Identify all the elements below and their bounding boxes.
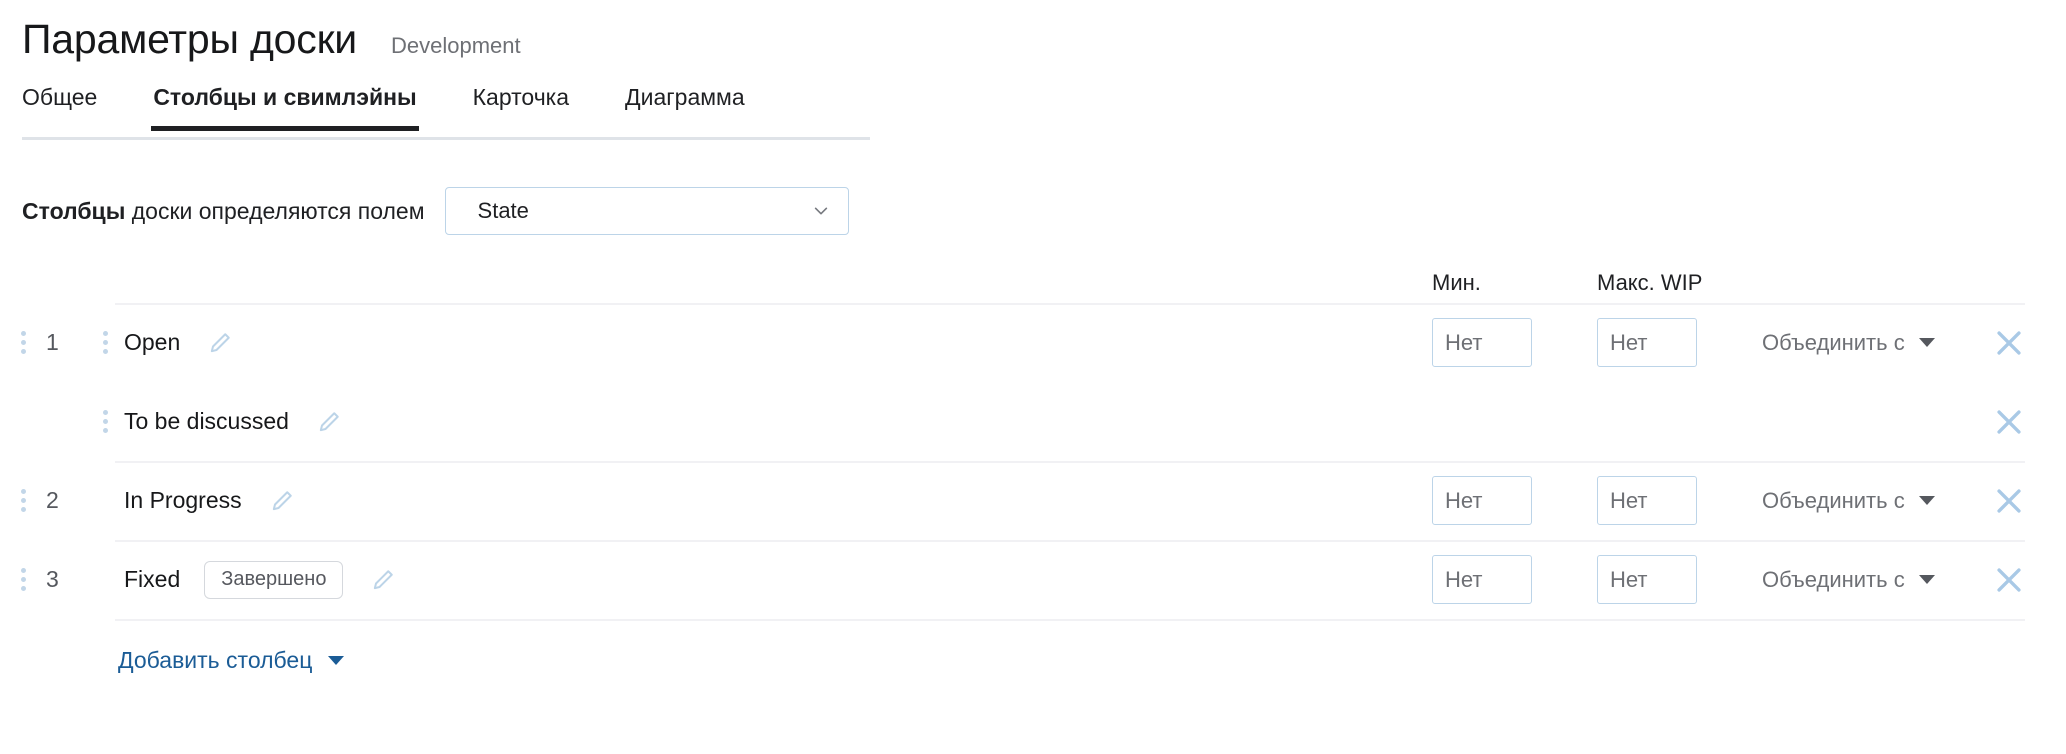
column-name: Open (124, 329, 181, 355)
merge-with-dropdown[interactable]: Объединить с (1762, 330, 1992, 356)
row-index: 1 (46, 329, 59, 355)
drag-handle-row[interactable] (0, 331, 46, 354)
merge-with-dropdown[interactable]: Объединить с (1762, 567, 1992, 593)
row-max-cell (1597, 555, 1762, 604)
column-name: To be discussed (124, 408, 289, 434)
drag-dots-icon (102, 331, 108, 354)
header-min-label: Мин. (1432, 270, 1481, 295)
columns-field-select-value: State (477, 198, 529, 223)
row-divider (115, 461, 2025, 463)
columns-field-select[interactable]: State (444, 187, 849, 235)
breadcrumb-board-name: Development (391, 33, 521, 58)
table-row: To be discussed (0, 382, 2066, 461)
drag-dots-icon (20, 489, 26, 512)
edit-pencil-icon[interactable] (268, 487, 296, 515)
close-icon[interactable] (1992, 484, 2026, 518)
columns-field-label-bold: Столбцы (22, 197, 126, 224)
tab-card[interactable]: Карточка (473, 78, 569, 131)
close-icon[interactable] (1992, 326, 2026, 360)
tab-columns-and-swimlanes[interactable]: Столбцы и свимлэйны (151, 78, 420, 131)
columns-table: Мин. Макс. WIP 1 Open Нет Нет Объединить… (0, 263, 2066, 621)
row-remove-cell (1992, 405, 2066, 439)
page-title: Параметры доски (22, 16, 358, 62)
tab-chart[interactable]: Диаграмма (625, 78, 745, 131)
row-name-cell: Fixed Завершено (120, 560, 1432, 599)
header-min-cell: Мин. (1432, 270, 1597, 296)
caret-down-icon (328, 656, 345, 665)
edit-pencil-icon[interactable] (206, 329, 234, 357)
add-column-label: Добавить столбец (118, 647, 313, 673)
min-input[interactable] (1432, 555, 1532, 604)
caret-down-icon (1918, 338, 1935, 347)
min-input[interactable] (1432, 318, 1532, 367)
row-max-cell (1597, 476, 1762, 525)
row-remove-cell (1992, 326, 2066, 360)
close-icon[interactable] (1992, 405, 2026, 439)
merge-with-label: Объединить с (1762, 487, 1905, 513)
drag-handle-value[interactable] (90, 331, 120, 354)
page-header: Параметры доски Development (0, 0, 2066, 78)
merge-with-dropdown[interactable]: Объединить с (1762, 488, 1992, 514)
board-settings-page: Параметры доски Development Общее Столбц… (0, 0, 2066, 754)
drag-dots-icon (20, 568, 26, 591)
table-row: 1 Open Объединить с (0, 303, 2066, 382)
caret-down-icon (1918, 575, 1935, 584)
drag-handle-value[interactable] (90, 410, 120, 433)
row-divider (115, 303, 2025, 305)
row-min-cell (1432, 318, 1597, 367)
table-row: 3 Fixed Завершено Объединить с (0, 540, 2066, 619)
columns-table-header: Мин. Макс. WIP (0, 263, 2066, 303)
row-divider (115, 540, 2025, 542)
close-icon[interactable] (1992, 563, 2026, 597)
min-input[interactable] (1432, 476, 1532, 525)
drag-dots-icon (20, 331, 26, 354)
row-min-cell (1432, 555, 1597, 604)
max-wip-input[interactable] (1597, 318, 1697, 367)
chevron-down-icon (812, 202, 830, 220)
row-max-cell (1597, 318, 1762, 367)
drag-dots-icon (102, 410, 108, 433)
row-index: 3 (46, 566, 59, 592)
max-wip-input[interactable] (1597, 555, 1697, 604)
drag-handle-row[interactable] (0, 489, 46, 512)
row-index: 2 (46, 487, 59, 513)
status-badge: Завершено (204, 560, 344, 599)
row-min-cell (1432, 476, 1597, 525)
columns-field-row: Столбцы доски определяются полем State (22, 187, 2066, 235)
row-name-cell: Open (120, 329, 1432, 357)
columns-field-label: Столбцы доски определяются полем (22, 198, 425, 225)
row-remove-cell (1992, 484, 2066, 518)
merge-with-label: Объединить с (1762, 566, 1905, 592)
table-row: 2 In Progress Объединить с (0, 461, 2066, 540)
columns-field-label-rest: доски определяются полем (125, 197, 425, 224)
column-name: In Progress (124, 487, 242, 513)
row-divider (115, 619, 2025, 621)
header-max-wip-label: Макс. WIP (1597, 270, 1703, 295)
header-max-cell: Макс. WIP (1597, 270, 1762, 296)
drag-handle-row[interactable] (0, 568, 46, 591)
merge-with-label: Объединить с (1762, 329, 1905, 355)
caret-down-icon (1918, 496, 1935, 505)
row-name-cell: To be discussed (120, 408, 1432, 436)
add-column-button[interactable]: Добавить столбец (118, 647, 345, 674)
row-name-cell: In Progress (120, 487, 1432, 515)
edit-pencil-icon[interactable] (315, 408, 343, 436)
edit-pencil-icon[interactable] (369, 566, 397, 594)
settings-tabs: Общее Столбцы и свимлэйны Карточка Диагр… (22, 78, 870, 140)
row-remove-cell (1992, 563, 2066, 597)
tab-general[interactable]: Общее (22, 78, 97, 131)
max-wip-input[interactable] (1597, 476, 1697, 525)
column-name: Fixed (124, 566, 181, 592)
